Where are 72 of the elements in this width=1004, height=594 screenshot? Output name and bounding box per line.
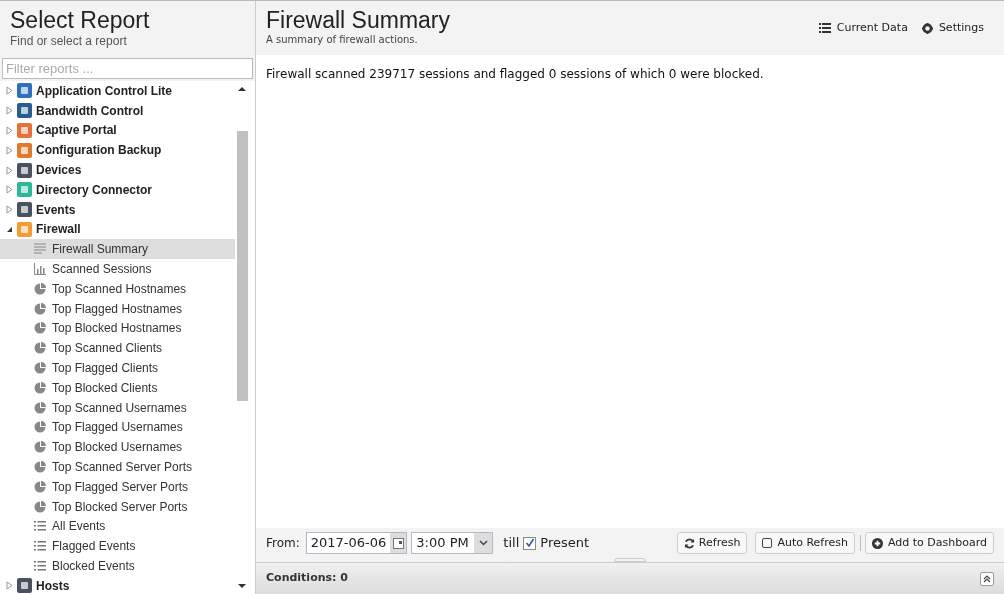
report-item[interactable]: Top Scanned Clients [0,338,235,359]
report-item[interactable]: Firewall Summary [0,239,235,260]
report-item[interactable]: Flagged Events [0,536,235,557]
pie-chart-icon [34,322,46,335]
tree-item[interactable]: Firewall [36,220,81,239]
report-item[interactable]: Top Blocked Hostnames [0,318,235,339]
report-item[interactable]: Top Scanned Server Ports [0,457,235,477]
present-checkbox[interactable] [523,536,537,550]
auto-refresh-checkbox[interactable] [762,538,773,548]
present-label: Present [540,534,590,553]
report-item[interactable]: Top Flagged Hostnames [0,298,235,319]
pie-chart-icon [34,282,46,295]
date-field[interactable]: 2017-06-06 [305,532,408,554]
pie-chart-icon [34,401,46,414]
report-item[interactable]: Top Blocked Usernames [0,437,235,458]
report-item[interactable]: Top Flagged Usernames [0,417,235,438]
tree-item[interactable]: Configuration Backup [36,141,162,160]
list-icon [34,560,46,572]
tree-item[interactable]: Hosts [36,576,70,594]
tree-item[interactable]: Captive Portal [36,121,117,140]
report-item[interactable]: Scanned Sessions [0,259,235,279]
summary-text: Firewall scanned 239717 sessions and flagged 0 sessions of which 0 were blocked. [266,66,765,83]
tree-item[interactable]: Events [36,200,76,219]
report-subtitle: A summary of firewall actions. [266,33,419,47]
report-item[interactable]: Top Scanned Hostnames [0,278,235,299]
tree-item[interactable]: Bandwidth Control [36,101,144,120]
scroll-down-icon[interactable] [238,584,246,588]
pie-chart-icon [34,342,46,355]
add-to-dashboard-button[interactable]: Add to Dashboard [865,532,994,554]
pie-chart-icon [34,381,46,394]
tree-item[interactable]: Directory Connector [36,180,153,199]
report-item[interactable]: Top Blocked Clients [0,377,235,398]
auto-refresh-button[interactable]: Auto Refresh [755,532,855,554]
report-item[interactable]: Top Flagged Clients [0,358,235,378]
list-icon [34,520,46,533]
plus-circle-icon [872,537,883,549]
report-title: Firewall Summary [266,7,452,33]
filter-field[interactable]: Filter reports ... [2,58,253,79]
refresh-icon [683,537,695,549]
list-icon [818,23,831,33]
pie-chart-icon [34,461,46,474]
time-field[interactable]: 3:00 PM [411,532,494,554]
double-chevron-up-icon [983,574,991,583]
report-item[interactable]: All Events [0,516,235,537]
pie-chart-icon [34,421,46,434]
report-item[interactable]: Top Blocked Server Ports [0,496,235,517]
report-item[interactable]: Blocked Events [0,556,235,576]
pie-chart-icon [34,480,46,493]
tree-item[interactable]: Devices [36,161,82,180]
sidebar-subtitle: Find or select a report [10,33,128,49]
tree-item[interactable]: Application Control Lite [36,81,172,100]
pie-chart-icon [34,302,46,315]
settings-icon [921,22,933,34]
settings-button[interactable]: Settings [921,19,984,37]
expand-button[interactable] [980,571,994,586]
scroll-up-icon[interactable] [238,87,246,91]
pie-chart-icon [34,500,46,513]
current-data-button[interactable]: Current Data [818,19,908,37]
report-item[interactable]: Top Scanned Usernames [0,397,235,418]
sidebar-title: Select Report [10,7,151,33]
calendar-icon[interactable] [392,537,404,549]
pie-chart-icon [34,362,46,375]
bar-chart-icon [34,263,46,276]
expander-icon[interactable] [6,225,13,233]
refresh-button[interactable]: Refresh [676,532,748,554]
dropdown-caret-icon[interactable] [478,540,488,546]
from-label: From: [266,535,300,552]
lines-icon [34,243,46,256]
pie-chart-icon [34,441,46,454]
list-icon [34,540,46,553]
till-label: till [503,534,520,553]
report-item[interactable]: Top Flagged Server Ports [0,476,235,497]
